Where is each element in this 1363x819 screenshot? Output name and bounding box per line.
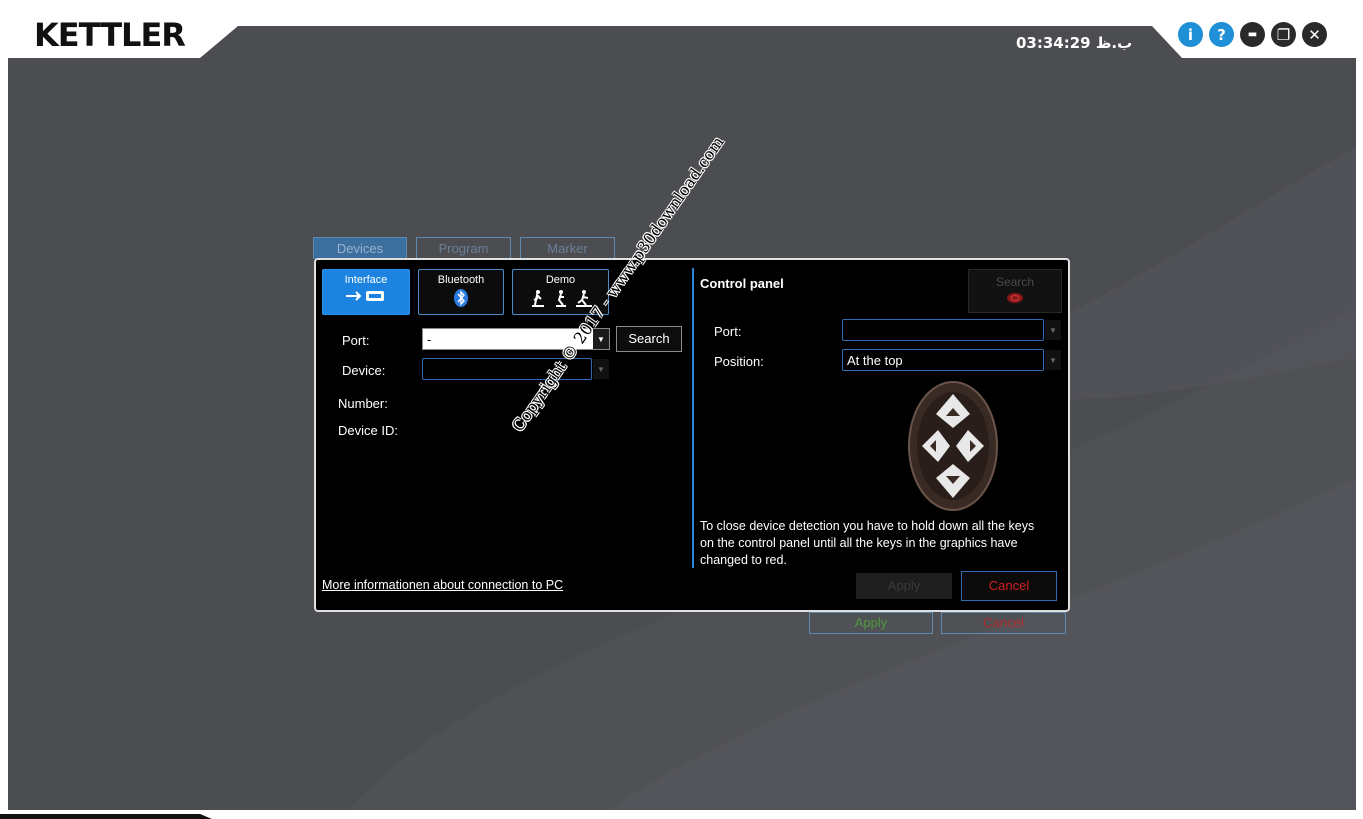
position-select-value: At the top (847, 353, 903, 368)
bg-cancel-button[interactable]: Cancel (941, 612, 1066, 634)
number-label: Number: (338, 396, 388, 411)
window-controls: i ? ▬ ❐ ✕ (1178, 22, 1327, 47)
title-bar: KETTLER 03:34:29 ب.ظ i ? ▬ ❐ ✕ (0, 0, 1363, 58)
control-panel-port-label: Port: (714, 324, 742, 339)
port-label: Port: (342, 333, 370, 348)
chevron-down-icon: ▼ (1045, 320, 1061, 340)
minimize-icon[interactable]: ▬ (1240, 22, 1265, 47)
bottom-left-tab (0, 814, 212, 819)
device-detection-dialog: Interface Bluetooth Demo Port: - ▼ Searc… (314, 133, 1070, 612)
mode-demo-label: Demo (545, 274, 576, 286)
bluetooth-icon (419, 289, 503, 311)
bg-apply-button[interactable]: Apply (809, 612, 933, 634)
chevron-down-icon: ▼ (593, 359, 609, 379)
control-panel-search-button[interactable]: Search (968, 269, 1062, 313)
port-select-value: - (427, 332, 432, 347)
clock: 03:34:29 ب.ظ (1016, 34, 1133, 52)
fingerprint-icon (969, 291, 1061, 309)
position-select[interactable]: At the top ▼ (842, 349, 1061, 371)
chevron-down-icon: ▼ (1045, 350, 1061, 370)
control-panel-graphic (908, 380, 998, 517)
help-icon[interactable]: ? (1209, 22, 1234, 47)
restore-icon[interactable]: ❐ (1271, 22, 1296, 47)
more-info-link[interactable]: More informationen about connection to P… (322, 578, 563, 592)
info-icon[interactable]: i (1178, 22, 1203, 47)
device-label: Device: (342, 363, 386, 378)
close-icon[interactable]: ✕ (1302, 22, 1327, 47)
cancel-button[interactable]: Cancel (961, 571, 1057, 601)
mode-interface-label: Interface (344, 274, 388, 286)
tab-program[interactable]: Program (416, 237, 511, 259)
tab-devices[interactable]: Devices (313, 237, 407, 259)
search-button[interactable]: Search (616, 326, 682, 352)
control-panel-search-label: Search (995, 275, 1035, 289)
mode-interface-button[interactable]: Interface (322, 269, 410, 315)
control-panel-title: Control panel (700, 276, 784, 291)
device-id-label: Device ID: (338, 423, 398, 438)
usb-serial-icon (323, 289, 409, 307)
position-label: Position: (714, 354, 764, 369)
tab-marker[interactable]: Marker (520, 237, 615, 259)
control-panel-info-text: To close device detection you have to ho… (700, 519, 1035, 567)
mode-bluetooth-label: Bluetooth (437, 274, 485, 286)
control-panel-port-select[interactable]: ▼ (842, 319, 1061, 341)
mode-bluetooth-button[interactable]: Bluetooth (418, 269, 504, 315)
apply-button[interactable]: Apply (856, 573, 952, 599)
title-bar-dark-tab (200, 26, 1182, 58)
panel-divider (692, 268, 694, 568)
